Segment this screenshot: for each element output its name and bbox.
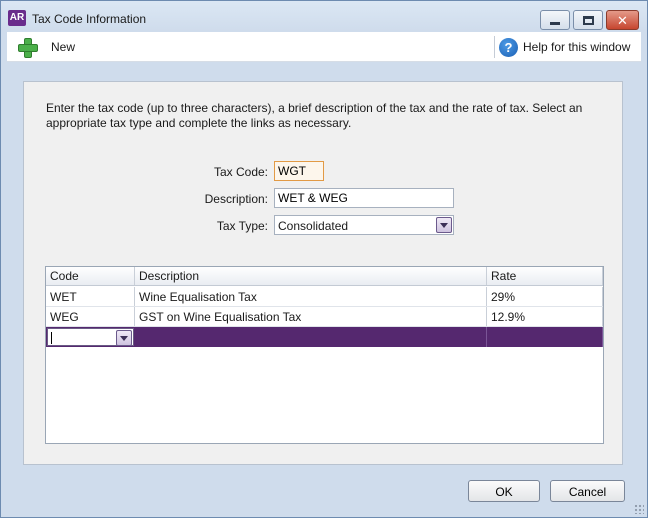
cell-description[interactable]: GST on Wine Equalisation Tax	[135, 307, 487, 326]
tax-type-label: Tax Type:	[216, 219, 268, 233]
description-label: Description:	[204, 192, 268, 206]
cell-rate[interactable]: 12.9%	[487, 307, 603, 326]
tax-type-select[interactable]: Consolidated	[274, 215, 454, 235]
cell-rate[interactable]	[487, 327, 603, 347]
tax-code-label: Tax Code:	[213, 165, 268, 179]
code-select-input[interactable]	[47, 328, 134, 346]
close-icon: ✕	[617, 12, 628, 28]
text-caret	[51, 332, 52, 344]
title-bar[interactable]: AR Tax Code Information ✕	[1, 1, 647, 32]
tax-type-value: Consolidated	[278, 219, 349, 233]
cell-description[interactable]: Wine Equalisation Tax	[135, 287, 487, 306]
help-button[interactable]: ? Help for this window	[499, 36, 630, 58]
cancel-button[interactable]: Cancel	[550, 480, 625, 502]
description-input[interactable]	[274, 188, 454, 208]
grid-header: Code Description Rate	[46, 267, 603, 286]
column-header-rate[interactable]: Rate	[487, 267, 603, 285]
column-header-description[interactable]: Description	[135, 267, 487, 285]
ok-button[interactable]: OK	[468, 480, 540, 502]
content-panel: Enter the tax code (up to three characte…	[23, 81, 623, 465]
help-label: Help for this window	[523, 40, 631, 54]
window-title: Tax Code Information	[32, 12, 147, 26]
resize-grip-icon[interactable]	[634, 504, 644, 514]
tax-type-dropdown-button[interactable]	[436, 217, 452, 233]
table-row[interactable]: WEG GST on Wine Equalisation Tax 12.9%	[46, 307, 603, 327]
code-dropdown-button[interactable]	[116, 330, 132, 346]
plus-icon	[17, 37, 38, 58]
instructions-text: Enter the tax code (up to three characte…	[46, 101, 583, 130]
chevron-down-icon	[440, 222, 448, 228]
app-logo-icon: AR	[8, 10, 26, 26]
cell-code[interactable]: WET	[46, 287, 135, 306]
cell-code[interactable]: WEG	[46, 307, 135, 326]
new-label: New	[51, 40, 76, 54]
tax-code-window: AR Tax Code Information ✕ New ? Help for…	[0, 0, 648, 518]
help-icon: ?	[499, 37, 518, 57]
minimize-icon	[550, 21, 560, 25]
linked-codes-grid: Code Description Rate WET Wine Equalisat…	[45, 266, 604, 444]
table-row[interactable]: WET Wine Equalisation Tax 29%	[46, 287, 603, 307]
minimize-button[interactable]	[540, 10, 570, 30]
toolbar: New ? Help for this window	[7, 32, 641, 62]
new-button[interactable]: New	[17, 36, 75, 58]
maximize-icon	[582, 15, 594, 25]
close-button[interactable]: ✕	[606, 10, 639, 30]
tax-code-input[interactable]	[274, 161, 324, 181]
new-entry-row[interactable]	[46, 327, 603, 347]
column-header-code[interactable]: Code	[46, 267, 135, 285]
maximize-button[interactable]	[573, 10, 603, 30]
chevron-down-icon	[120, 335, 128, 341]
toolbar-divider	[494, 36, 495, 58]
cell-description[interactable]	[135, 327, 487, 347]
cell-rate[interactable]: 29%	[487, 287, 603, 306]
